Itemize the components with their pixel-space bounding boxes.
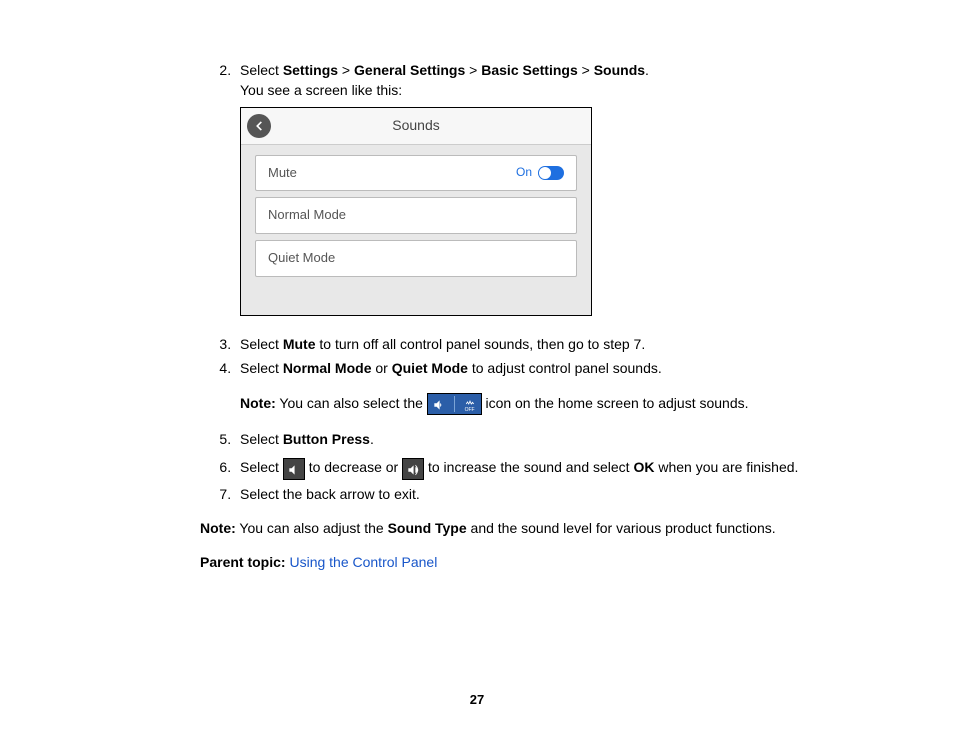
note-1: Note: You can also select the OFF icon o…	[240, 393, 854, 415]
menu-sounds: Sounds	[594, 62, 645, 78]
row-mute-label: Mute	[268, 164, 516, 183]
bold-ok: OK	[633, 459, 654, 475]
bold-normal-mode: Normal Mode	[283, 360, 372, 376]
parent-topic: Parent topic: Using the Control Panel	[200, 552, 854, 572]
screenshot-header: Sounds	[241, 108, 591, 145]
step-7: Select the back arrow to exit.	[235, 484, 854, 504]
instruction-list: Select Settings > General Settings > Bas…	[100, 60, 854, 504]
step-3: Select Mute to turn off all control pane…	[235, 334, 854, 354]
bold-mute: Mute	[283, 336, 316, 352]
menu-basic-settings: Basic Settings	[481, 62, 577, 78]
sound-home-icon: OFF	[427, 393, 482, 415]
device-screenshot: Sounds Mute On Normal Mode Quiet Mode	[240, 107, 592, 317]
page: Select Settings > General Settings > Bas…	[0, 0, 954, 738]
toggle-icon	[538, 166, 564, 180]
menu-general-settings: General Settings	[354, 62, 465, 78]
bold-quiet-mode: Quiet Mode	[392, 360, 468, 376]
row-quiet-label: Quiet Mode	[268, 249, 564, 268]
row-normal-mode: Normal Mode	[255, 197, 577, 234]
step-6: Select to decrease or to increase the so…	[235, 457, 854, 479]
row-mute-state: On	[516, 164, 532, 181]
row-quiet-mode: Quiet Mode	[255, 240, 577, 277]
note-2: Note: You can also adjust the Sound Type…	[200, 518, 854, 538]
bold-sound-type: Sound Type	[388, 520, 467, 536]
screenshot-body: Mute On Normal Mode Quiet Mode	[241, 145, 591, 316]
step-2: Select Settings > General Settings > Bas…	[235, 60, 854, 316]
step-2-subtext: You see a screen like this:	[240, 80, 854, 100]
back-icon	[247, 114, 271, 138]
parent-topic-label: Parent topic:	[200, 554, 286, 570]
off-label: OFF	[459, 408, 481, 413]
screenshot-title: Sounds	[271, 115, 561, 135]
text: Select	[240, 62, 283, 78]
note-label: Note:	[200, 520, 236, 536]
menu-settings: Settings	[283, 62, 338, 78]
parent-topic-link[interactable]: Using the Control Panel	[286, 554, 438, 570]
row-mute: Mute On	[255, 155, 577, 192]
note-label: Note:	[240, 395, 276, 411]
step-4: Select Normal Mode or Quiet Mode to adju…	[235, 358, 854, 415]
row-normal-label: Normal Mode	[268, 206, 564, 225]
volume-down-icon	[283, 458, 305, 480]
volume-up-icon	[402, 458, 424, 480]
page-number: 27	[0, 691, 954, 710]
bold-button-press: Button Press	[283, 431, 370, 447]
step-5: Select Button Press.	[235, 429, 854, 449]
